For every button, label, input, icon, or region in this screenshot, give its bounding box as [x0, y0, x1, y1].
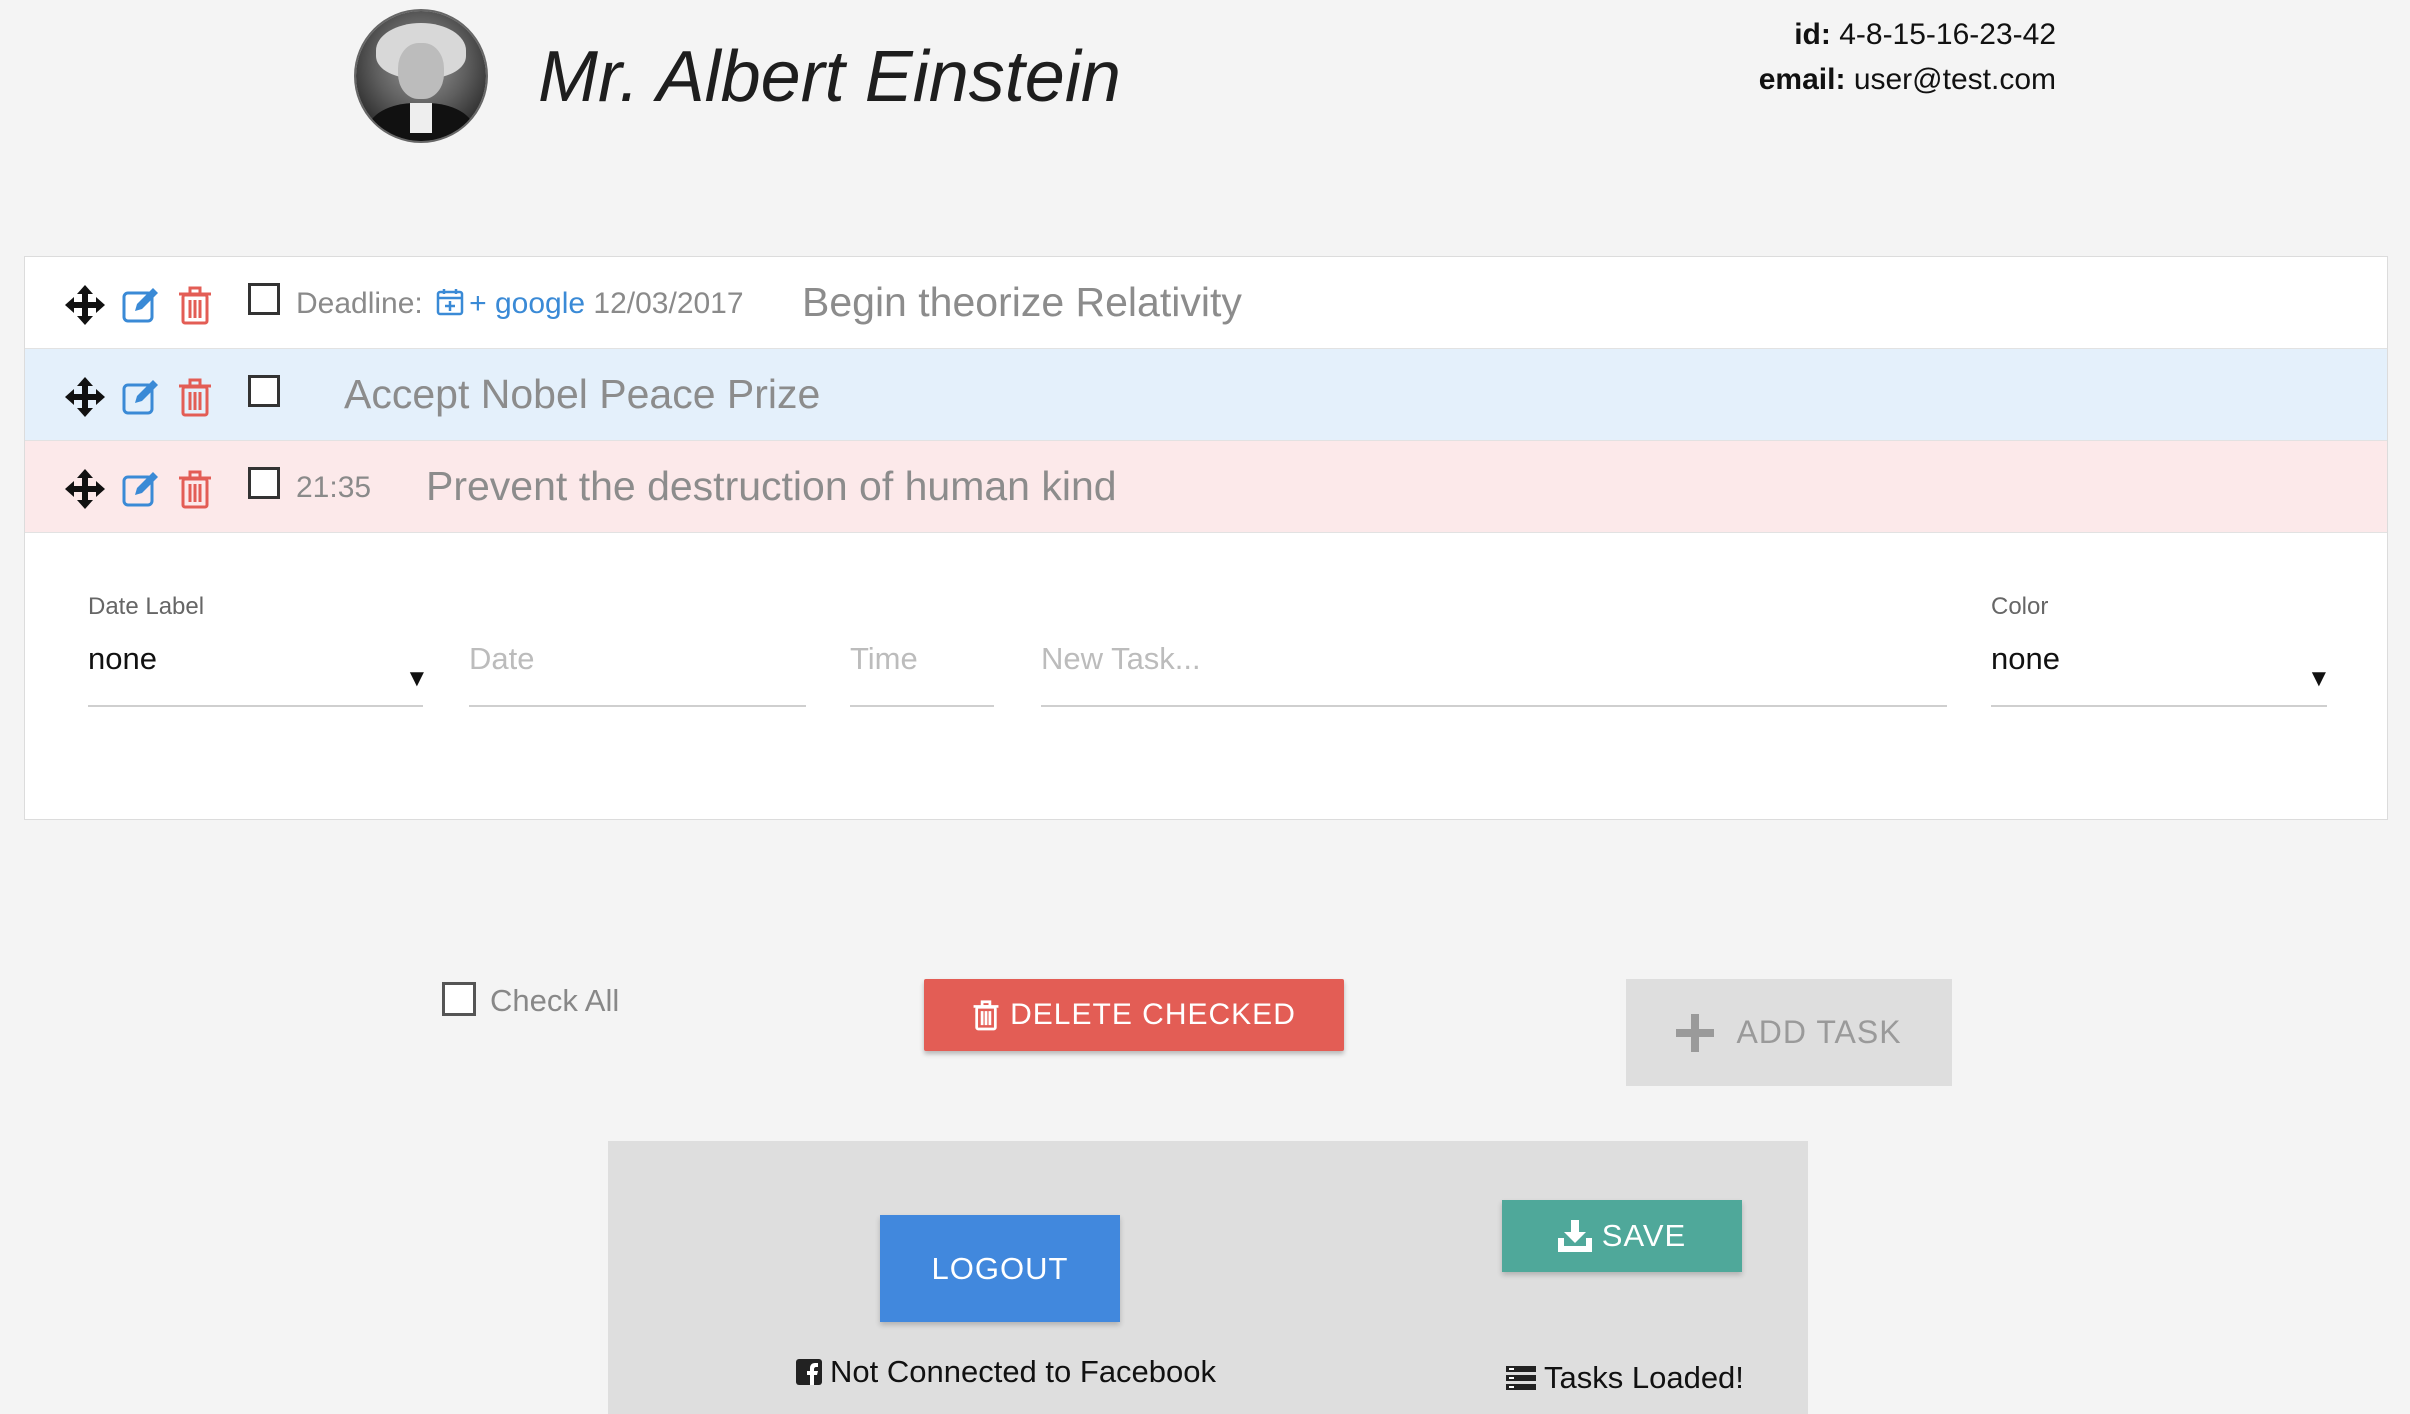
logout-label: LOGOUT [931, 1250, 1069, 1286]
facebook-status: Not Connected to Facebook [796, 1354, 1216, 1390]
color-select[interactable]: none [1991, 641, 2060, 677]
add-task-button[interactable]: ADD TASK [1626, 979, 1952, 1086]
add-task-label: ADD TASK [1736, 1014, 1902, 1050]
plus-icon [1676, 1013, 1715, 1052]
move-icon[interactable] [65, 377, 105, 417]
tasks-status: Tasks Loaded! [1506, 1360, 1744, 1396]
edit-icon[interactable] [121, 285, 161, 325]
calendar-plus-icon[interactable] [435, 287, 465, 317]
facebook-status-text: Not Connected to Facebook [830, 1354, 1217, 1389]
avatar [356, 11, 486, 141]
new-task-underline [1041, 705, 1947, 707]
date-label-label: Date Label [88, 593, 205, 620]
task-checkbox[interactable] [248, 283, 280, 315]
color-underline [1991, 705, 2327, 707]
task-checkbox[interactable] [248, 375, 280, 407]
user-info: id: 4-8-15-16-23-42 email: user@test.com [1759, 12, 2056, 102]
task-panel: Deadline: + google 12/03/2017 Begin theo… [24, 256, 2388, 820]
trash-icon[interactable] [177, 285, 213, 325]
save-button[interactable]: SAVE [1502, 1200, 1742, 1272]
delete-checked-label: DELETE CHECKED [1010, 998, 1296, 1031]
task-time: 21:35 [296, 471, 372, 504]
task-row: 21:35 Prevent the destruction of human k… [25, 441, 2387, 533]
download-icon [1557, 1220, 1592, 1252]
task-checkbox[interactable] [248, 467, 280, 499]
delete-checked-button[interactable]: DELETE CHECKED [924, 979, 1344, 1051]
date-label-select[interactable]: none [88, 641, 157, 677]
tasks-list-icon [1506, 1366, 1536, 1390]
task-text: Begin theorize Relativity [802, 279, 1242, 325]
save-label: SAVE [1601, 1218, 1687, 1253]
logout-button[interactable]: LOGOUT [880, 1215, 1120, 1322]
task-text: Prevent the destruction of human kind [426, 463, 1117, 509]
check-all-checkbox[interactable] [442, 982, 476, 1016]
color-label: Color [1991, 593, 2049, 620]
task-row: Accept Nobel Peace Prize [25, 349, 2387, 441]
check-all-label[interactable]: Check All [490, 983, 619, 1019]
date-label-underline [88, 705, 423, 707]
move-icon[interactable] [65, 469, 105, 509]
user-name: Mr. Albert Einstein [538, 37, 1121, 117]
time-input[interactable]: Time [850, 641, 918, 677]
edit-icon[interactable] [121, 377, 161, 417]
edit-icon[interactable] [121, 469, 161, 509]
trash-icon [973, 1000, 999, 1031]
user-id: id: 4-8-15-16-23-42 [1794, 18, 2056, 51]
date-underline [469, 705, 806, 707]
user-email: email: user@test.com [1758, 63, 2056, 96]
facebook-icon [796, 1359, 822, 1385]
chevron-down-icon[interactable]: ▼ [405, 665, 429, 693]
trash-icon[interactable] [177, 469, 213, 509]
chevron-down-icon[interactable]: ▼ [2307, 665, 2331, 693]
time-underline [850, 705, 994, 707]
tasks-status-text: Tasks Loaded! [1544, 1360, 1744, 1395]
move-icon[interactable] [65, 285, 105, 325]
task-text: Accept Nobel Peace Prize [344, 371, 821, 417]
new-task-input[interactable]: New Task... [1041, 641, 1201, 677]
task-row: Deadline: + google 12/03/2017 Begin theo… [25, 257, 2387, 349]
google-calendar-link[interactable]: + google [469, 287, 585, 320]
trash-icon[interactable] [177, 377, 213, 417]
date-input[interactable]: Date [469, 641, 534, 677]
task-deadline: Deadline: + google 12/03/2017 [296, 287, 744, 320]
